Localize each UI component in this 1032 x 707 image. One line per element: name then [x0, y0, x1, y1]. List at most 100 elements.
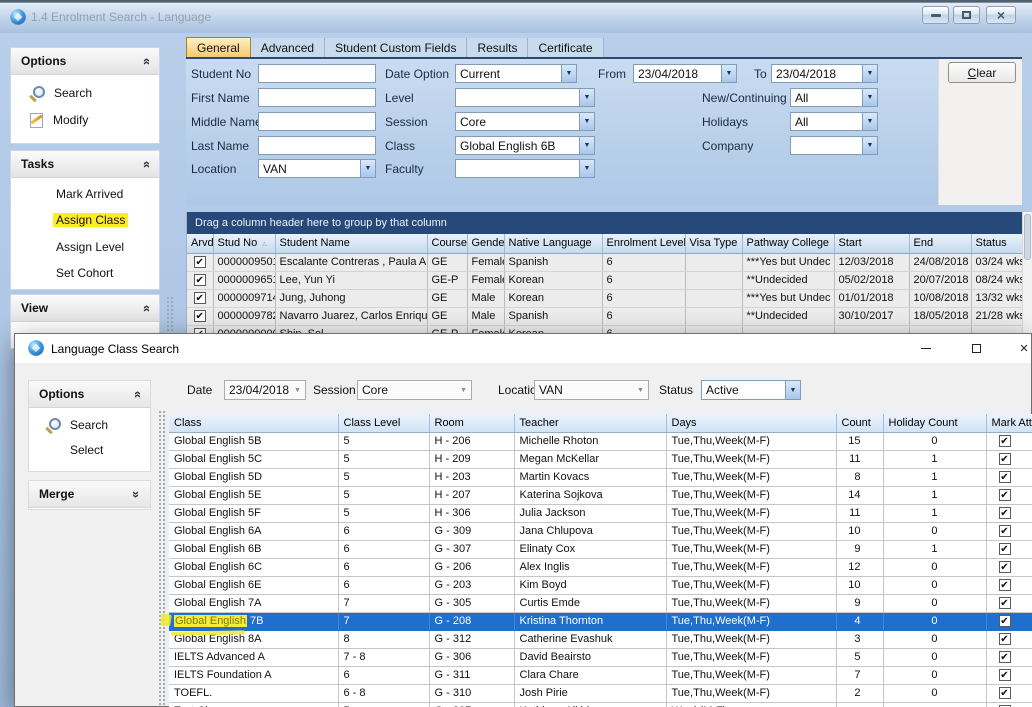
end-cell[interactable]: 10/08/2018 — [909, 289, 971, 307]
table-row[interactable]: Global English 5D5H - 203Martin KovacsTu… — [169, 468, 1032, 486]
student-name-cell[interactable]: Lee, Yun Yi — [275, 271, 427, 289]
class-cell[interactable]: Global English 7B — [169, 612, 338, 630]
company-combo[interactable]: ▼ — [790, 136, 878, 155]
tab-certificate[interactable]: Certificate — [528, 38, 603, 58]
class-cell[interactable]: Global English 5D — [169, 468, 338, 486]
teacher-cell[interactable]: Michelle Rhoton — [514, 432, 666, 450]
checkbox[interactable]: ✔ — [999, 471, 1011, 483]
date-option-combo[interactable]: Current ▼ — [455, 64, 577, 83]
teacher-cell[interactable]: Megan McKellar — [514, 450, 666, 468]
dropdown-arrow-icon[interactable]: ▼ — [785, 381, 800, 399]
column-header-end[interactable]: End — [909, 234, 971, 253]
table-row[interactable]: Global English 6E6G - 203Kim BoydTue,Thu… — [169, 576, 1032, 594]
column-header-days[interactable]: Days — [666, 414, 836, 432]
table-row[interactable]: Global English 8A8G - 312Catherine Evash… — [169, 630, 1032, 648]
mark-attendance-cell[interactable]: ✔ — [986, 558, 1032, 576]
checkbox[interactable]: ✔ — [999, 597, 1011, 609]
room-cell[interactable]: G - 307 — [429, 540, 514, 558]
column-header-class[interactable]: Class — [169, 414, 338, 432]
status-combo[interactable]: Active ▼ — [701, 380, 801, 400]
mark-attendance-cell[interactable]: ✔ — [986, 648, 1032, 666]
mark-attendance-cell[interactable]: ✔ — [986, 576, 1032, 594]
collapse-chevron-icon[interactable]: » — [138, 160, 153, 167]
room-cell[interactable]: G - 203 — [429, 576, 514, 594]
teacher-cell[interactable]: Catherine Evashuk — [514, 630, 666, 648]
mark-attendance-cell[interactable]: ✔ — [986, 522, 1032, 540]
table-row[interactable]: Global English 6A6G - 309Jana ChlupovaTu… — [169, 522, 1032, 540]
dropdown-arrow-icon[interactable]: ▼ — [862, 89, 877, 106]
column-header-teacher[interactable]: Teacher — [514, 414, 666, 432]
table-row[interactable]: IELTS Foundation A6G - 311Clara ChareTue… — [169, 666, 1032, 684]
start-cell[interactable]: 01/01/2018 — [834, 289, 909, 307]
start-cell[interactable] — [834, 325, 909, 333]
from-date-combo[interactable]: 23/04/2018 ▼ — [633, 64, 737, 83]
course-cell[interactable]: GE — [427, 289, 467, 307]
holiday-count-cell[interactable]: 0 — [883, 594, 986, 612]
count-cell[interactable]: 9 — [836, 594, 883, 612]
expand-chevron-icon[interactable]: » — [129, 490, 144, 497]
class-search-titlebar[interactable]: Language Class Search × — [15, 334, 1031, 363]
collapse-chevron-icon[interactable]: » — [138, 57, 153, 64]
room-cell[interactable]: H - 306 — [429, 504, 514, 522]
mark-attendance-cell[interactable]: ✔ — [986, 702, 1032, 707]
maximize-button[interactable] — [959, 334, 993, 363]
column-header-mark-attendance[interactable]: Mark Attendance — [986, 414, 1032, 432]
column-header-gender[interactable]: Gender — [467, 234, 504, 253]
column-header-start[interactable]: Start — [834, 234, 909, 253]
room-cell[interactable]: G - 208 — [429, 612, 514, 630]
checkbox[interactable]: ✔ — [194, 256, 206, 268]
pathway-college-cell[interactable] — [742, 325, 834, 333]
class-cell[interactable]: IELTS Advanced A — [169, 648, 338, 666]
room-cell[interactable]: G - 305 — [429, 594, 514, 612]
class-cell[interactable]: Global English 6E — [169, 576, 338, 594]
stud-no-cell[interactable]: 0000009714 — [213, 289, 275, 307]
mark-attendance-cell[interactable]: ✔ — [986, 486, 1032, 504]
days-cell[interactable]: Tue,Thu,Week(M-F) — [666, 630, 836, 648]
count-cell[interactable]: 3 — [836, 630, 883, 648]
checkbox[interactable]: ✔ — [999, 633, 1011, 645]
class-level-cell[interactable]: 5 — [338, 486, 429, 504]
native-language-cell[interactable]: Korean — [504, 289, 602, 307]
class-level-cell[interactable]: 6 — [338, 522, 429, 540]
teacher-cell[interactable]: Katerina Sojkova — [514, 486, 666, 504]
table-row[interactable]: Global English 5F5H - 306Julia JacksonTu… — [169, 504, 1032, 522]
count-cell[interactable]: 11 — [836, 504, 883, 522]
arrived-cell[interactable]: ✔ — [187, 307, 213, 325]
holiday-count-cell[interactable]: 0 — [883, 558, 986, 576]
days-cell[interactable]: Tue,Thu,Week(M-F) — [666, 468, 836, 486]
holiday-count-cell[interactable] — [883, 702, 986, 707]
student-name-cell[interactable]: Shin, Sol — [275, 325, 427, 333]
count-cell[interactable]: 11 — [836, 450, 883, 468]
scrollbar-thumb[interactable] — [1024, 214, 1031, 260]
checkbox[interactable]: ✔ — [194, 310, 206, 322]
days-cell[interactable]: Tue,Thu,Week(M-F) — [666, 486, 836, 504]
close-button[interactable]: × — [986, 6, 1016, 24]
dropdown-arrow-icon[interactable]: ▼ — [721, 65, 736, 82]
end-cell[interactable]: 24/08/2018 — [909, 253, 971, 271]
sidebar-item-set-cohort[interactable]: Set Cohort — [56, 266, 113, 280]
stud-no-cell[interactable]: 0000009501 — [213, 253, 275, 271]
column-header-student-name[interactable]: Student Name — [275, 234, 427, 253]
checkbox[interactable]: ✔ — [194, 274, 206, 286]
sidebar-item-select[interactable]: Select — [70, 443, 103, 457]
class-cell[interactable]: Test Class — [169, 702, 338, 707]
student-name-cell[interactable]: Jung, Juhong — [275, 289, 427, 307]
stud-no-cell[interactable]: 0000009782 — [213, 307, 275, 325]
session-combo[interactable]: Core ▼ — [455, 112, 595, 131]
checkbox[interactable]: ✔ — [999, 525, 1011, 537]
minimize-button[interactable] — [909, 334, 943, 363]
first-name-input[interactable] — [258, 88, 376, 107]
days-cell[interactable]: Week(M-F) — [666, 702, 836, 707]
class-combo[interactable]: Global English 6B ▼ — [455, 136, 595, 155]
middle-name-input[interactable] — [258, 112, 376, 131]
table-row[interactable]: ✔0000009651Lee, Yun YiGE-PFemaleKorean6*… — [187, 271, 1022, 289]
checkbox[interactable]: ✔ — [999, 669, 1011, 681]
teacher-cell[interactable]: Kristina Thornton — [514, 612, 666, 630]
holiday-count-cell[interactable]: 0 — [883, 648, 986, 666]
holiday-count-cell[interactable]: 1 — [883, 468, 986, 486]
table-row[interactable]: Global English 7A7G - 305Curtis EmdeTue,… — [169, 594, 1032, 612]
mark-attendance-cell[interactable]: ✔ — [986, 432, 1032, 450]
days-cell[interactable]: Tue,Thu,Week(M-F) — [666, 684, 836, 702]
to-date-combo[interactable]: 23/04/2018 ▼ — [771, 64, 878, 83]
teacher-cell[interactable]: Alex Inglis — [514, 558, 666, 576]
